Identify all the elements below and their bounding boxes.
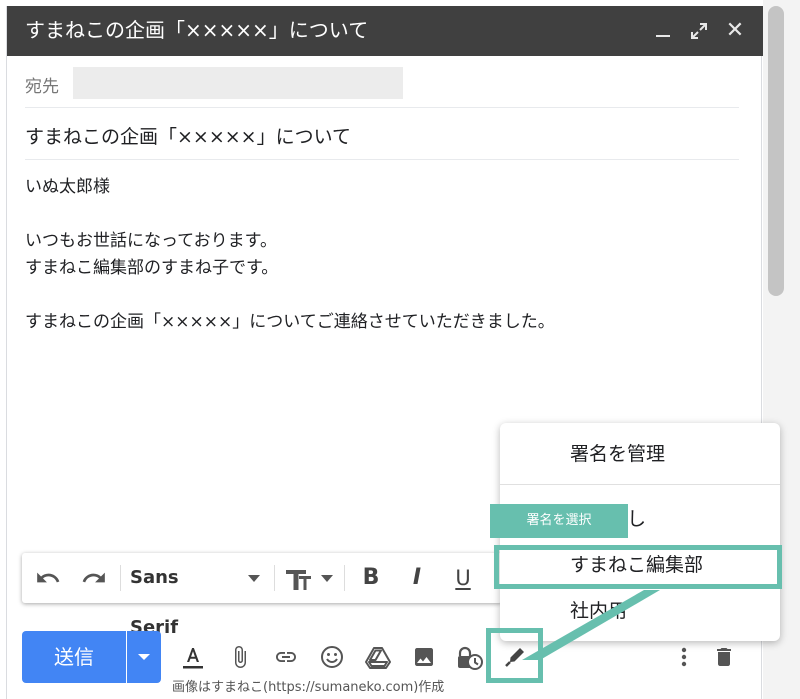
screenshot: すまねこの企画「×××××」について ✕ 宛先 すまねこの企画「×××××」につ… — [0, 0, 800, 699]
redo-icon[interactable] — [78, 553, 110, 603]
scrollbar-thumb[interactable] — [768, 6, 784, 296]
compose-titlebar[interactable]: すまねこの企画「×××××」について ✕ — [7, 6, 763, 56]
recipients-field[interactable] — [73, 67, 403, 99]
expand-icon[interactable] — [687, 19, 711, 43]
toolbar-divider — [274, 565, 275, 591]
selected-signature-highlight — [494, 545, 782, 589]
insert-photo-icon[interactable] — [408, 641, 440, 673]
toolbar-divider — [344, 565, 345, 591]
font-family-select[interactable]: Sans Serif — [130, 553, 230, 638]
message-body[interactable]: いぬ太郎様 いつもお世話になっております。 すまねこ編集部のすまね子です。 すま… — [25, 174, 745, 336]
annotation-callout: 署名を選択 — [490, 504, 628, 538]
toolbar-divider — [120, 565, 121, 591]
subject-row[interactable]: すまねこの企画「×××××」について — [25, 108, 739, 160]
signature-icon-highlight — [486, 628, 543, 683]
recipients-label: 宛先 — [25, 77, 59, 97]
close-icon[interactable]: ✕ — [723, 19, 747, 43]
italic-icon[interactable]: I — [402, 553, 432, 603]
attach-file-icon[interactable] — [224, 641, 256, 673]
google-drive-icon[interactable] — [362, 641, 394, 673]
underline-icon[interactable]: U — [448, 553, 478, 603]
subject-field[interactable]: すまねこの企画「×××××」について — [25, 122, 351, 149]
confidential-mode-icon[interactable] — [454, 641, 486, 673]
recipients-row: 宛先 — [25, 56, 739, 108]
signature-option-internal[interactable]: 社内用 — [500, 589, 780, 633]
send-button[interactable]: 送信 — [22, 631, 126, 683]
more-options-icon[interactable] — [668, 641, 700, 673]
delete-icon[interactable] — [708, 641, 740, 673]
text-size-icon[interactable] — [282, 553, 336, 603]
formatting-options-icon[interactable] — [177, 641, 209, 673]
body-line: いぬ太郎様 — [25, 177, 110, 197]
formatting-toolbar: Sans Serif B I U — [22, 553, 502, 638]
body-line — [25, 201, 745, 228]
manage-signatures-item[interactable]: 署名を管理 — [500, 423, 780, 485]
image-credit: 画像はすまねこ(https://sumaneko.com)作成 — [172, 680, 445, 695]
body-line: すまねこ編集部のすまね子です。 — [25, 258, 279, 278]
insert-emoji-icon[interactable] — [316, 641, 348, 673]
insert-link-icon[interactable] — [270, 641, 302, 673]
bold-icon[interactable]: B — [356, 553, 386, 603]
font-dropdown-icon[interactable] — [244, 553, 264, 603]
body-line: すまねこの企画「×××××」についてご連絡させていただきました。 — [25, 312, 555, 332]
body-line — [25, 282, 745, 309]
minimize-icon[interactable] — [651, 19, 675, 43]
body-line: いつもお世話になっております。 — [25, 231, 277, 251]
compose-title: すまねこの企画「×××××」について — [25, 18, 369, 42]
undo-icon[interactable] — [32, 553, 64, 603]
send-options-dropdown[interactable] — [127, 631, 161, 683]
